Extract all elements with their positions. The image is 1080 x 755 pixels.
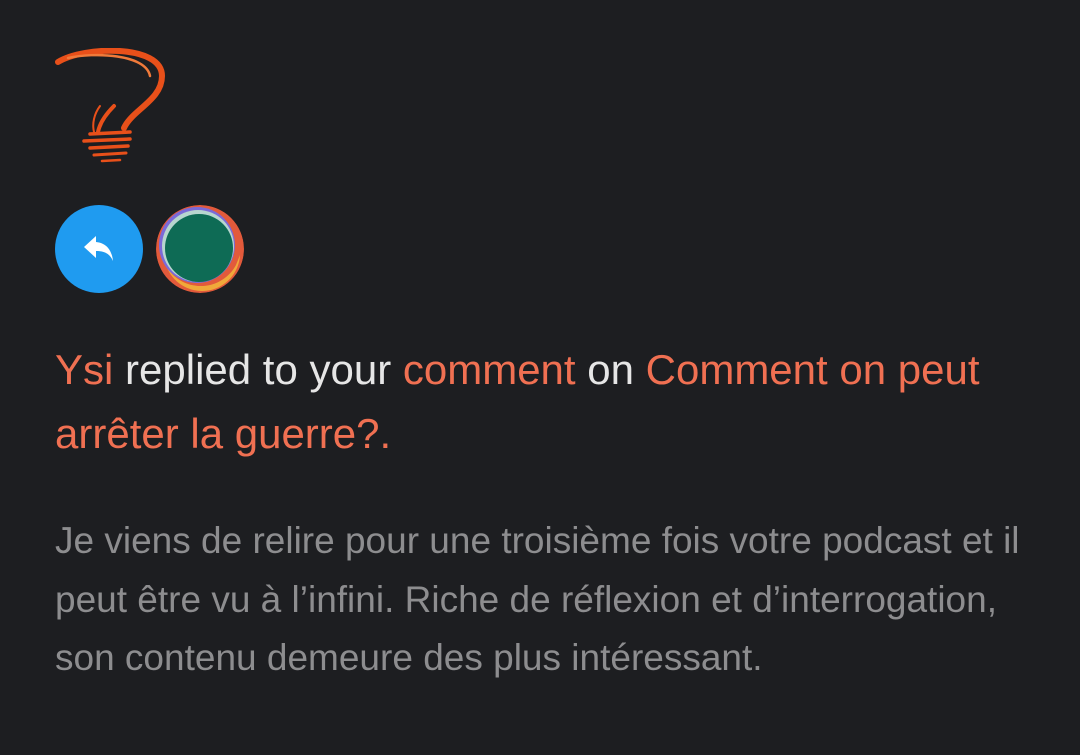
user-avatar[interactable] [156,205,244,293]
end-punct: . [379,410,392,457]
comment-excerpt: Je viens de relire pour une troisième fo… [55,520,1020,678]
lightbulb-question-icon [54,47,170,166]
actor-link[interactable]: Ysi [55,346,113,393]
notification-headline: Ysi replied to your comment on Comment o… [55,338,1015,466]
connector-text: on [587,346,634,393]
action-text: replied to your [125,346,392,393]
notification-icons [55,205,244,293]
reply-arrow-icon [55,205,143,293]
comment-link[interactable]: comment [403,346,576,393]
